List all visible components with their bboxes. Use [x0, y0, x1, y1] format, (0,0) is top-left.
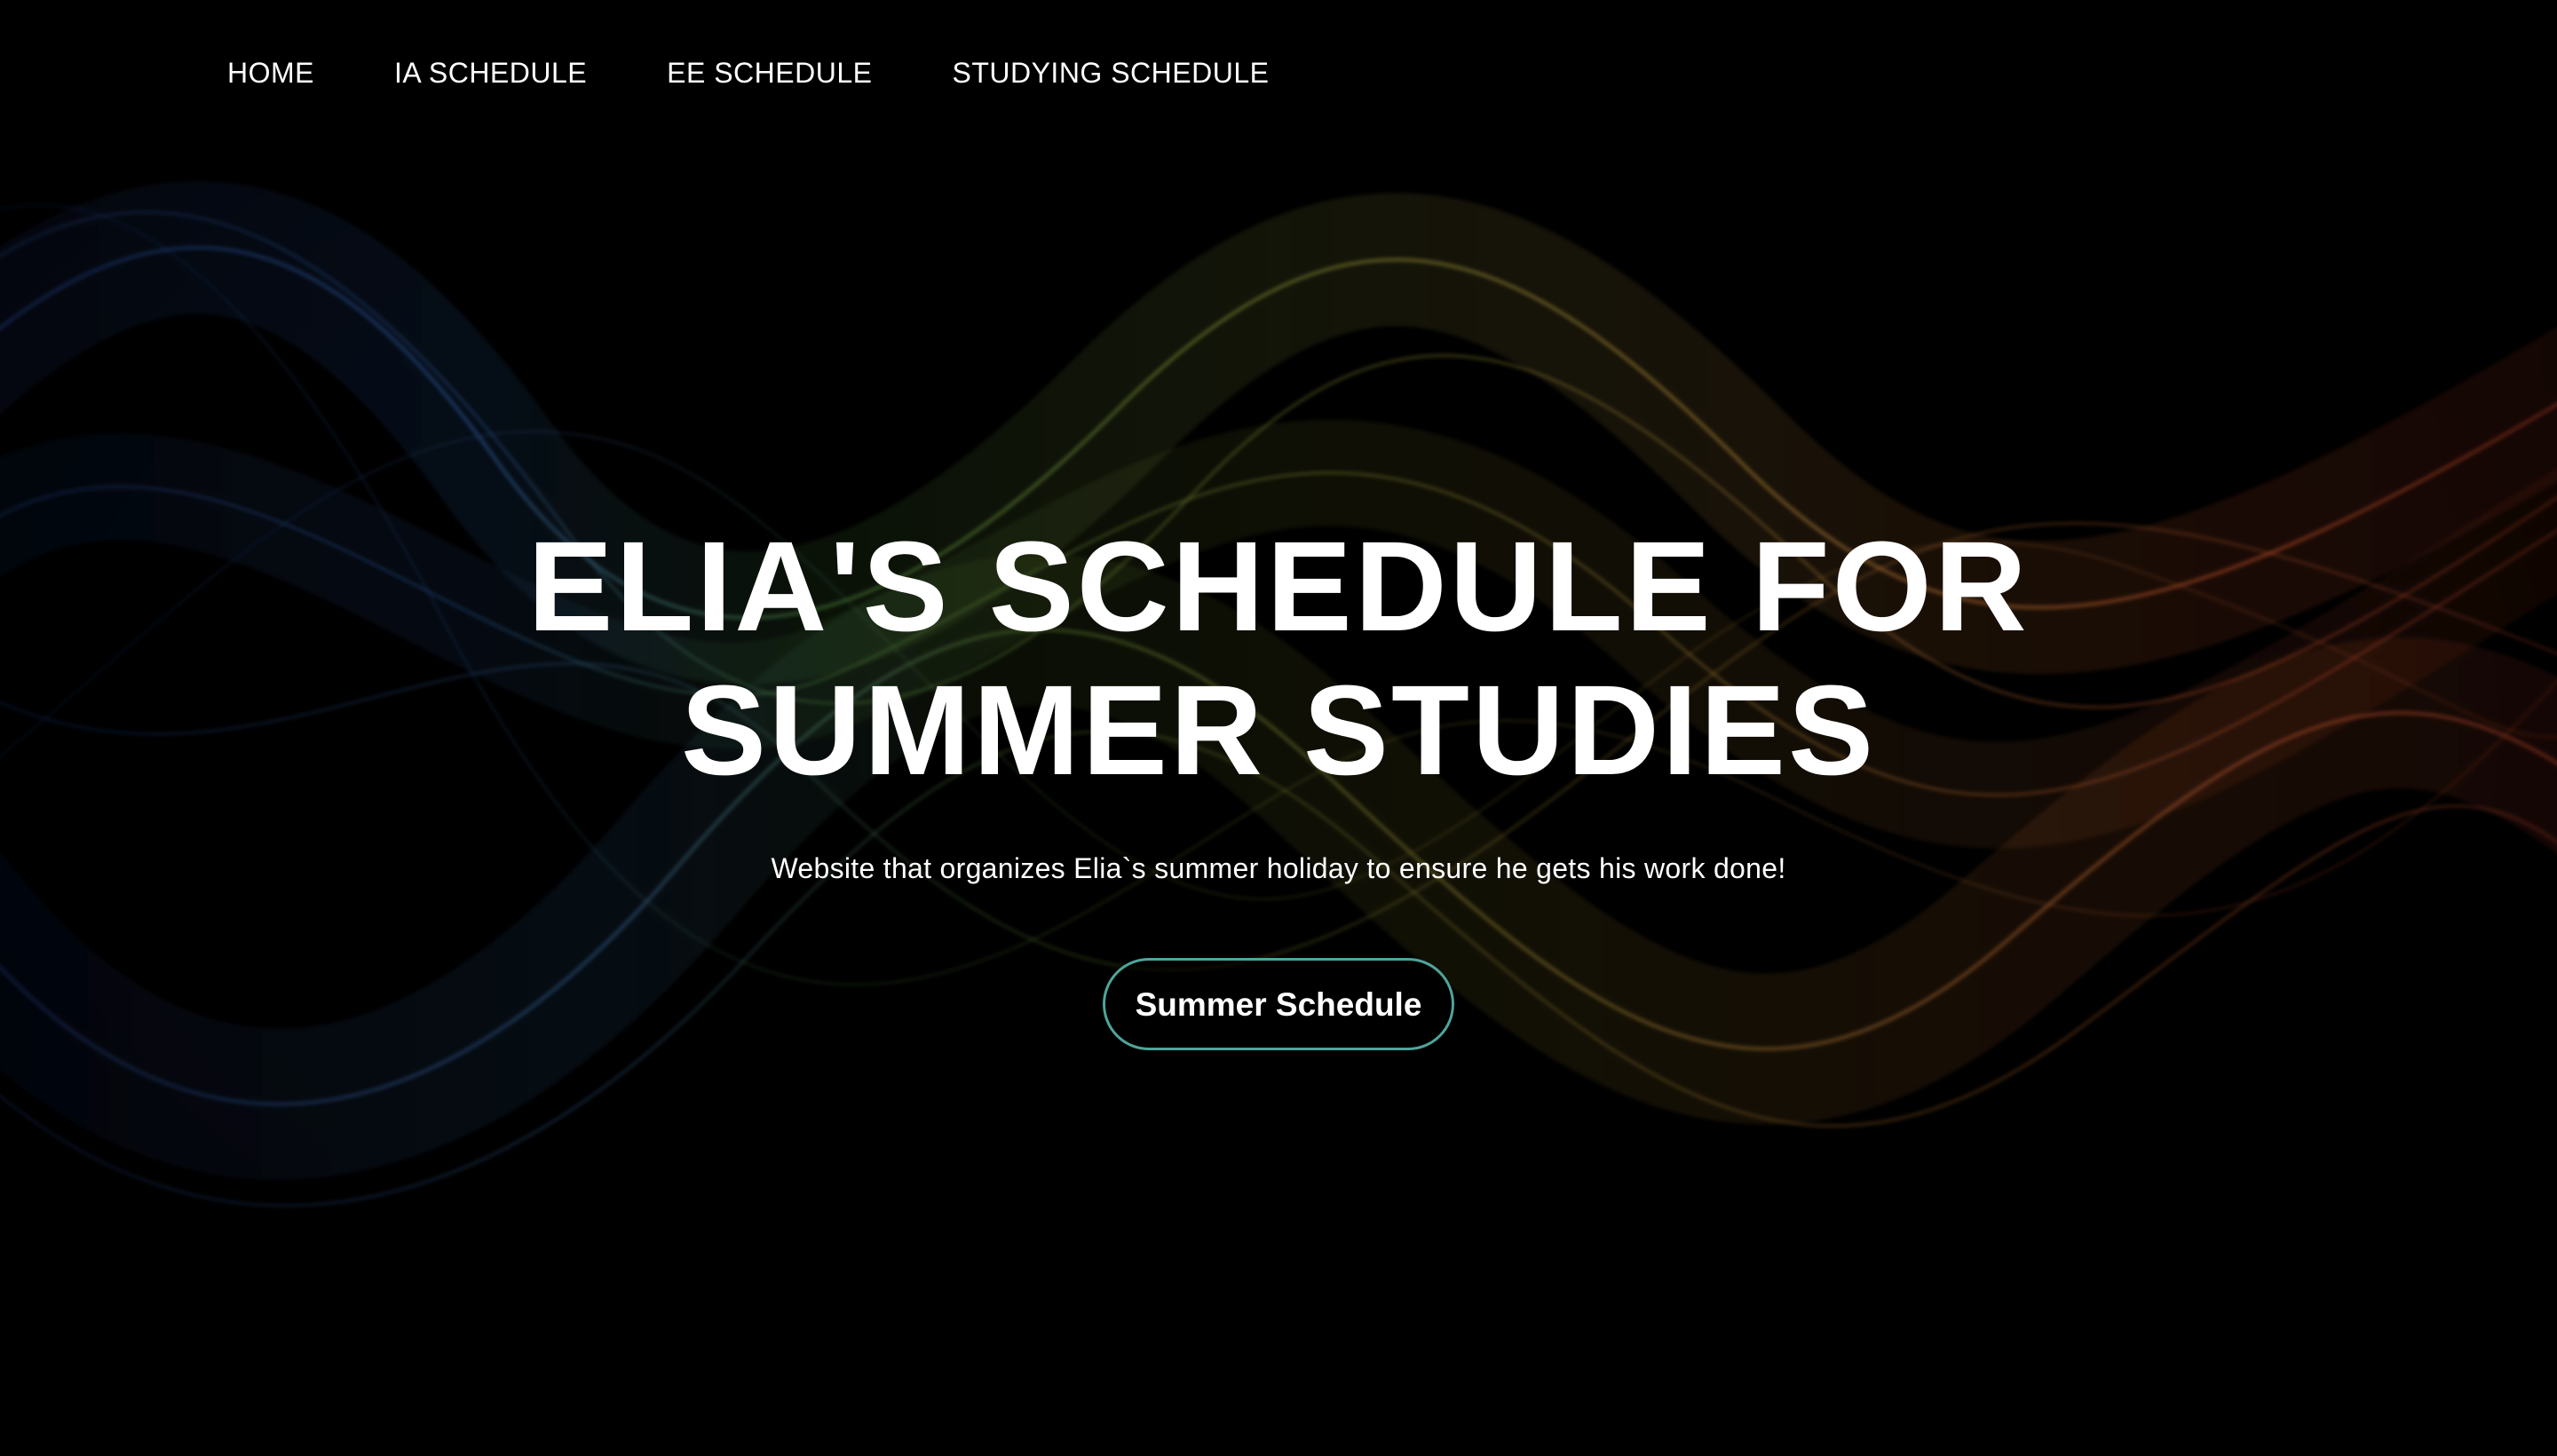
hero-title: ELIA'S SCHEDULE FOR SUMMER STUDIES [527, 515, 2030, 802]
nav-ia-schedule-link[interactable]: IA SCHEDULE [394, 57, 587, 90]
main-nav: HOME IA SCHEDULE EE SCHEDULE STUDYING SC… [227, 57, 1269, 90]
nav-studying-schedule-link[interactable]: STUDYING SCHEDULE [952, 57, 1269, 90]
summer-schedule-button[interactable]: Summer Schedule [1103, 958, 1454, 1050]
hero-subtitle: Website that organizes Elia`s summer hol… [771, 852, 1786, 884]
nav-ee-schedule-link[interactable]: EE SCHEDULE [667, 57, 872, 90]
nav-home-link[interactable]: HOME [227, 57, 314, 90]
page: HOME IA SCHEDULE EE SCHEDULE STUDYING SC… [0, 0, 2557, 1456]
hero-section: ELIA'S SCHEDULE FOR SUMMER STUDIES Websi… [0, 515, 2557, 1050]
